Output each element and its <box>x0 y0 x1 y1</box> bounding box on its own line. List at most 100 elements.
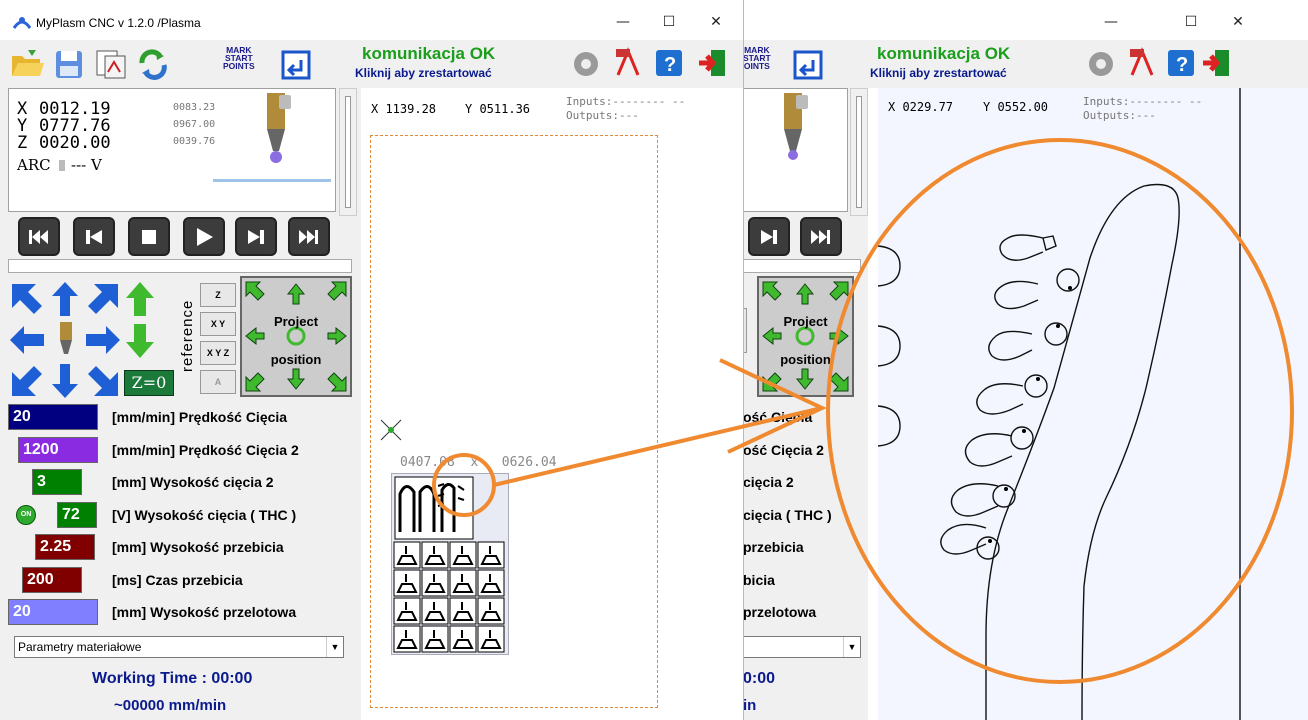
parameter-label-partial: przebicia <box>743 539 804 555</box>
main-window: MyPlasm CNC v 1.2.0 /Plasma — ☐ ✕ MARK S… <box>0 0 744 720</box>
first-button[interactable] <box>18 217 60 256</box>
close-button[interactable]: ✕ <box>1215 8 1261 36</box>
reference-xyz-button[interactable]: X Y Z <box>200 341 236 365</box>
parameter-value[interactable]: 20 <box>8 599 98 625</box>
arc-label: ARC <box>17 156 51 174</box>
maximize-button[interactable]: ☐ <box>1168 8 1214 36</box>
inputs-readout: Inputs:-------- -- <box>566 95 686 108</box>
restart-hint[interactable]: Kliknij aby zrestartować <box>355 66 492 80</box>
save-icon[interactable] <box>52 48 86 80</box>
coordinate-panel: X 0012.19 0083.23 Y 0777.76 0967.00 Z 00… <box>8 88 336 212</box>
thc-toggle-icon[interactable]: ON <box>16 504 36 525</box>
scroll-thumb[interactable] <box>856 96 862 208</box>
reference-xy-button[interactable]: X Y <box>200 312 236 336</box>
play-button[interactable] <box>183 217 225 256</box>
app-logo-icon <box>13 17 31 29</box>
restart-hint[interactable]: Kliknij aby zrestartować <box>870 66 1007 80</box>
last-icon <box>811 229 830 244</box>
y-secondary: 0967.00 <box>173 119 216 130</box>
parameter-value[interactable]: 72 <box>57 501 97 528</box>
nested-parts[interactable] <box>391 473 509 655</box>
material-select-partial[interactable]: ▼ <box>743 636 861 658</box>
cursor-x: X 1139.28 <box>371 102 437 116</box>
return-icon[interactable] <box>793 50 825 80</box>
parameter-label: [mm/min] Prędkość Cięcia <box>112 409 288 425</box>
scroll-thumb[interactable] <box>345 96 351 208</box>
minimize-button[interactable]: — <box>600 8 646 36</box>
material-select[interactable]: Parametry materiałowe ▼ <box>14 636 344 658</box>
last-button[interactable] <box>288 217 330 256</box>
progress-strip <box>743 259 861 273</box>
svg-text:?: ? <box>1176 54 1188 76</box>
coordinate-panel <box>743 88 848 212</box>
settings-icon[interactable] <box>572 50 600 78</box>
toggle-text: ON <box>20 510 32 518</box>
mark-start-points-button[interactable]: MARK START OINTS <box>743 46 771 71</box>
reference-a-button[interactable]: A <box>200 370 236 394</box>
next-button[interactable] <box>235 217 277 256</box>
parameter-value[interactable]: 3 <box>32 469 82 495</box>
z-up-arrow-icon <box>126 282 154 316</box>
z-down-arrow-icon <box>126 324 154 358</box>
parameter-label: [mm/min] Prędkość Cięcia 2 <box>112 441 299 458</box>
vertical-scrollbar[interactable] <box>339 88 357 216</box>
import-icon[interactable] <box>94 48 128 80</box>
project-position-arrows <box>245 281 347 392</box>
parameter-label: [mm] Wysokość cięcia 2 <box>112 474 274 490</box>
next-icon <box>248 229 264 244</box>
exit-icon[interactable] <box>697 47 729 79</box>
mark-start-points-button[interactable]: MARK START POINTS <box>223 46 255 71</box>
help-icon[interactable]: ? <box>655 49 683 77</box>
parameter-label-partial: bicia <box>743 571 775 588</box>
folder-open-icon[interactable] <box>10 48 44 80</box>
jog-up-arrow-icon <box>52 282 78 316</box>
material-select-value: Parametry materiałowe <box>18 640 142 654</box>
connection-status[interactable]: komunikacja OK <box>877 44 1010 64</box>
pdf-icon[interactable] <box>614 47 642 79</box>
connection-status[interactable]: komunikacja OK <box>362 44 495 64</box>
parameter-value[interactable]: 2.25 <box>35 534 95 560</box>
jog-down-right-arrow-icon <box>88 366 118 396</box>
minimize-button[interactable]: — <box>1088 8 1134 36</box>
project-position-button[interactable]: Project position <box>240 276 352 397</box>
stop-button[interactable] <box>128 217 170 256</box>
last-button[interactable] <box>800 217 842 256</box>
play-icon <box>197 227 213 246</box>
window-title: MyPlasm CNC v 1.2.0 /Plasma <box>36 16 201 30</box>
z-secondary: 0039.76 <box>173 136 216 147</box>
jog-up-left-arrow-icon <box>12 284 42 314</box>
maximize-button[interactable]: ☐ <box>646 8 692 36</box>
parameter-value[interactable]: 200 <box>22 566 82 593</box>
vertical-scrollbar[interactable] <box>850 88 868 216</box>
close-button[interactable]: ✕ <box>693 8 739 36</box>
title-bar[interactable]: MyPlasm CNC v 1.2.0 /Plasma — ☐ ✕ <box>0 0 743 40</box>
points-line: OINTS <box>743 61 770 71</box>
jog-left-arrow-icon <box>10 326 44 354</box>
reference-z-button[interactable]: Z <box>200 283 236 307</box>
next-button[interactable] <box>748 217 790 256</box>
help-icon[interactable]: ? <box>1167 49 1195 77</box>
previous-button[interactable] <box>73 217 115 256</box>
chevron-down-icon[interactable]: ▼ <box>326 637 343 657</box>
title-bar[interactable]: — ☐ ✕ <box>743 0 1308 40</box>
jog-down-left-arrow-icon <box>12 366 42 396</box>
parameter-value[interactable]: 1200 <box>18 436 98 463</box>
parameter-label: [mm] Wysokość przelotowa <box>112 604 297 620</box>
chevron-down-icon[interactable]: ▼ <box>843 637 860 657</box>
feed-speed: ~00000 mm/min <box>114 697 227 714</box>
jog-down-arrow-icon <box>52 364 78 398</box>
progress-strip <box>8 259 352 273</box>
settings-icon[interactable] <box>1087 50 1115 78</box>
parameter-value[interactable]: 20 <box>8 404 98 430</box>
parameter-label: [V] Wysokość cięcia ( THC ) <box>112 506 297 523</box>
z-zero-button[interactable]: Z=0 <box>124 370 174 396</box>
working-time-partial: 0:00 <box>743 670 776 687</box>
pdf-icon[interactable] <box>1128 47 1156 79</box>
parameter-label-partial: ość Cięcia 2 <box>743 441 824 458</box>
refresh-icon[interactable] <box>136 48 170 80</box>
work-canvas[interactable]: X 1139.28 Y 0511.36 Inputs:-------- -- O… <box>361 88 743 720</box>
exit-icon[interactable] <box>1201 47 1233 79</box>
project-position-button[interactable]: Project position <box>757 276 854 397</box>
return-icon[interactable] <box>281 50 313 80</box>
working-time: Working Time : 00:00 <box>92 670 253 687</box>
